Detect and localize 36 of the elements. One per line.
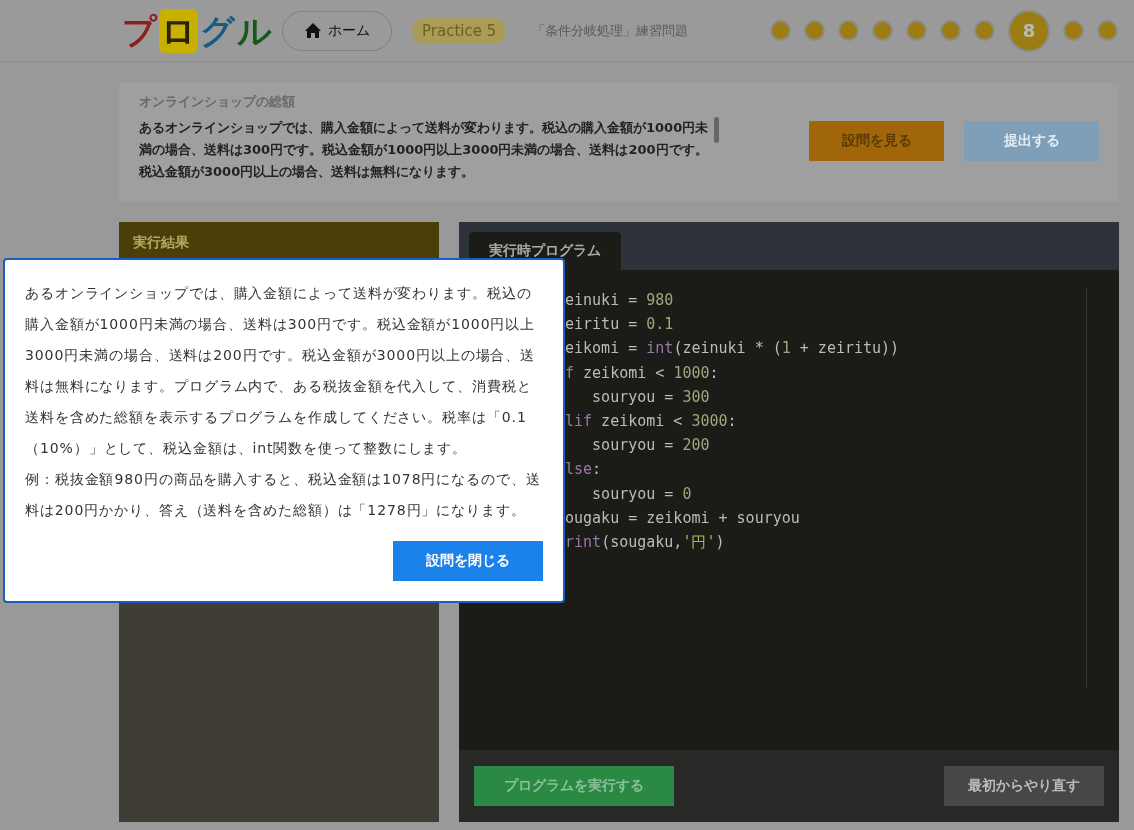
progress-dot[interactable]: 8: [1008, 9, 1050, 52]
question-text: あるオンラインショップでは、購入金額によって送料が変わります。税込の購入金額が1000円未満の場合、送料は300円です。税込金額が1000円以上3000円未満の場合、送料は200円です。税込金額が3000円以上の場合、送料は無料になります。: [139, 119, 710, 181]
code-line: lif zeikomi < 3000:: [565, 411, 738, 432]
code-line: rint(sougaku,'円'): [565, 532, 726, 554]
code-line: souryou = 200: [591, 435, 711, 457]
progress-dot[interactable]: [1063, 20, 1084, 41]
question-paragraph: あるオンラインショップでは、購入金額によって送料が変わります。税込の購入金額が1000円未満の場合、送料は300円です。税込金額が1000円以上3000円未満の場合、送料は200円です。税込金額が3000円以上の場合、送料は無料になります。プログラム内で、ある税抜金額を代入して、消費税と送料を含めた総額を表示するプログラムを作成してください。税率は「0.1（10%）」として、税込金額は、int関数を使って整数にします。: [25, 284, 537, 458]
home-button[interactable]: ホーム: [282, 10, 392, 51]
progress-dot[interactable]: [940, 20, 961, 41]
view-question-button[interactable]: 設問を見る: [809, 121, 944, 161]
code-line: souryou = 0: [591, 483, 693, 505]
progress-dot[interactable]: [872, 20, 893, 41]
practice-badge: Practice 5: [412, 17, 507, 44]
code-line: souryou = 300: [591, 386, 711, 408]
progress-dot[interactable]: [770, 20, 791, 41]
code-line: ougaku = zeikomi + souryou: [565, 507, 801, 529]
close-button[interactable]: 設問を閉じる: [393, 541, 543, 581]
lesson-subtitle: 「条件分岐処理」練習問題: [532, 21, 689, 40]
logo: プログル: [121, 8, 273, 53]
code-line: lse:: [565, 459, 603, 481]
run-button[interactable]: プログラムを実行する: [474, 766, 674, 806]
progress-dot[interactable]: [838, 20, 859, 41]
progress-dot[interactable]: [974, 20, 995, 41]
question-paragraph: 例：税抜金額980円の商品を購入すると、税込金額は1078円になるので、送料は200円かかり、答え（送料を含めた総額）は「1278円」になります。: [25, 470, 542, 520]
reset-button[interactable]: 最初からやり直す: [944, 766, 1104, 806]
code-line: eikomi = int(zeinuki * (1 + zeiritu)): [565, 338, 901, 360]
progress-dot[interactable]: [1097, 20, 1118, 41]
scrollbar-thumb[interactable]: [714, 117, 719, 143]
code-line: f zeikomi < 1000:: [565, 362, 720, 384]
code-line: eiritu = 0.1: [565, 314, 675, 336]
home-icon: [304, 22, 322, 39]
progress-dot[interactable]: [804, 20, 825, 41]
result-title: 実行結果: [119, 222, 439, 260]
submit-button[interactable]: 提出する: [964, 121, 1099, 161]
progress-dot[interactable]: [906, 20, 927, 41]
code-line: einuki = 980: [565, 290, 675, 311]
